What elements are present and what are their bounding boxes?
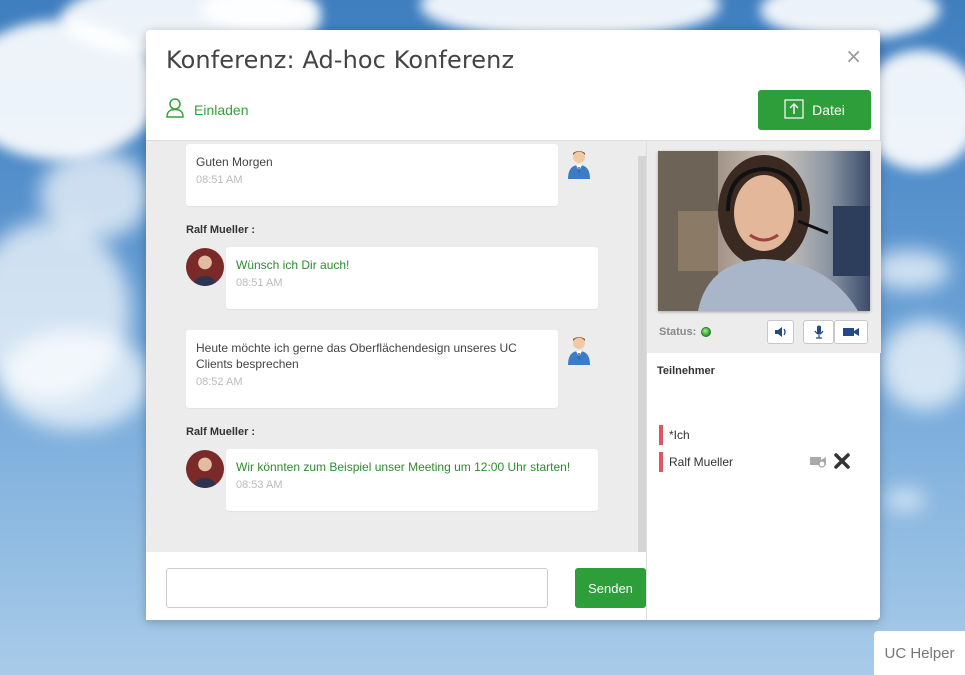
participants-title: Teilnehmer [657,365,715,377]
message-text: Wir könnten zum Beispiel unser Meeting u… [236,460,571,474]
file-button[interactable]: Datei [758,90,871,130]
video-feed [658,151,870,311]
participant-marker [659,425,663,445]
participant-name: *Ich [669,428,690,442]
conference-dialog: Konferenz: Ad-hoc Konferenz × Einladen D… [146,30,881,620]
video-call-icon[interactable] [809,454,827,473]
message-time: 08:53 AM [236,479,283,491]
video-participant-image [658,151,870,311]
chat-message-contact: Wir könnten zum Beispiel unser Meeting u… [226,449,598,511]
sender-name: Ralf Mueller : [186,426,256,438]
upload-icon [784,98,804,122]
chat-history[interactable]: Guten Morgen 08:51 AM Ralf Mueller : Wün… [146,141,646,552]
microphone-icon [814,325,823,339]
chat-scrollbar[interactable] [638,156,646,552]
microphone-button[interactable] [803,320,834,344]
side-panel: Status: Teilnehmer *Ich Ralf Mueller [646,141,881,620]
message-text: Wünsch ich Dir auch! [236,258,350,272]
invite-link[interactable]: Einladen [166,98,249,121]
participant-item[interactable]: *Ich [659,425,690,445]
participant-marker [659,452,663,472]
message-text: Guten Morgen [196,155,273,169]
chat-message-contact: Wünsch ich Dir auch! 08:51 AM [226,247,598,309]
sender-name: Ralf Mueller : [186,224,256,236]
participant-item[interactable]: Ralf Mueller [659,452,733,472]
message-input[interactable] [166,568,548,608]
file-button-label: Datei [812,102,845,118]
user-avatar-icon [568,151,590,179]
camera-button[interactable] [834,320,868,344]
contact-avatar [186,450,224,488]
message-time: 08:51 AM [196,174,243,186]
participant-name: Ralf Mueller [669,455,734,469]
chat-message-own: Heute möchte ich gerne das Oberflächende… [186,330,558,408]
message-text: Heute möchte ich gerne das Oberflächende… [196,341,517,371]
message-time: 08:51 AM [236,277,283,289]
message-time: 08:52 AM [196,376,243,388]
invite-label: Einladen [194,101,249,118]
dialog-title: Konferenz: Ad-hoc Konferenz [166,46,515,74]
video-panel: Status: [647,141,881,353]
message-compose-bar: Senden [146,552,646,620]
user-avatar-icon [568,337,590,365]
contact-avatar [186,248,224,286]
speaker-icon [774,327,786,337]
close-button[interactable]: × [845,44,862,68]
video-camera-icon [843,328,859,336]
user-outline-icon [166,98,184,121]
status-indicator [701,327,711,337]
status-label: Status: [659,326,697,338]
uc-helper-tab[interactable]: UC Helper [874,631,965,675]
remove-participant-icon[interactable] [833,452,851,475]
speaker-button[interactable] [767,320,794,344]
chat-message-own: Guten Morgen 08:51 AM [186,144,558,206]
send-button[interactable]: Senden [575,568,646,608]
